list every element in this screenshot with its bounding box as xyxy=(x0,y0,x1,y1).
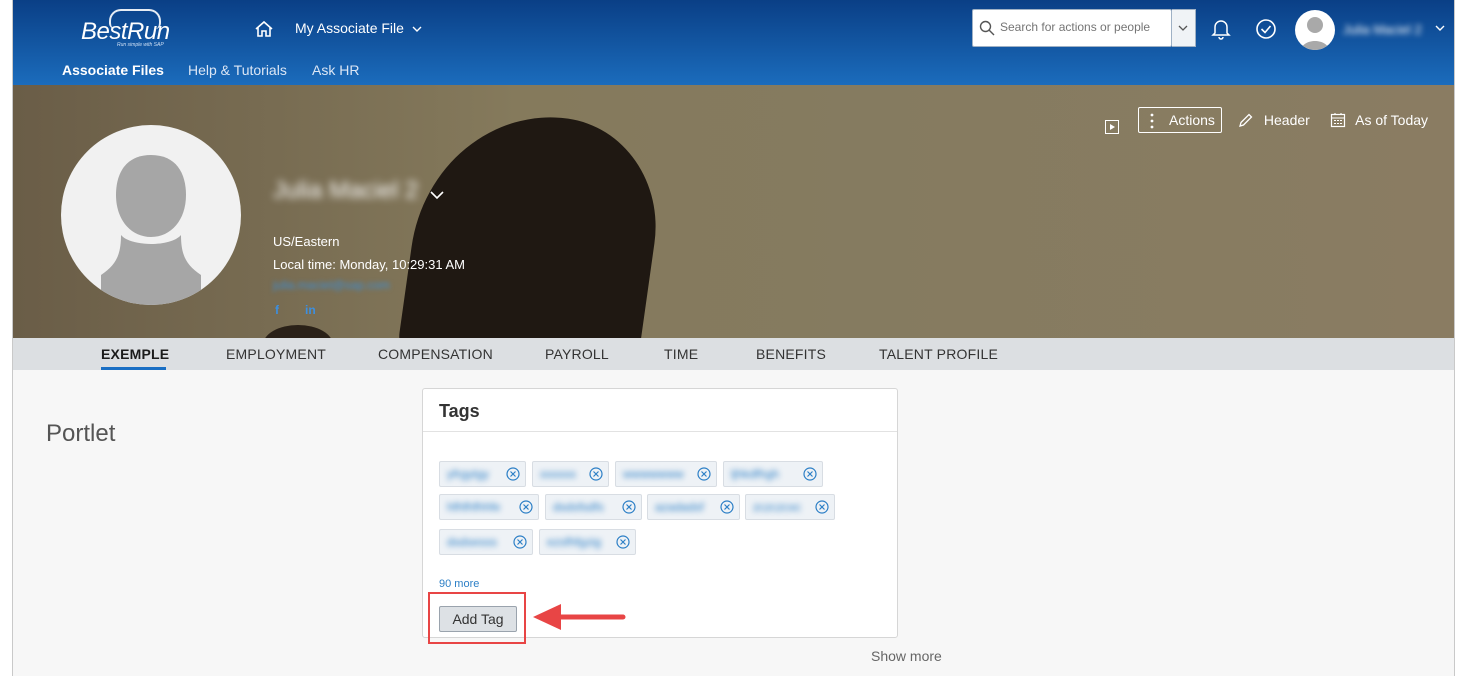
tag-chip: xxxxxx xyxy=(532,461,609,487)
tab-payroll[interactable]: PAYROLL xyxy=(545,346,609,362)
tag-label: xxxxxx xyxy=(540,467,576,481)
remove-tag-icon[interactable] xyxy=(513,535,527,549)
actions-button[interactable]: Actions xyxy=(1138,107,1222,133)
facebook-icon[interactable]: f xyxy=(275,303,279,317)
profile-header: Julia Maciel 2 US/Eastern Local time: Mo… xyxy=(13,85,1454,338)
remove-tag-icon[interactable] xyxy=(720,500,734,514)
local-time: Local time: Monday, 10:29:31 AM xyxy=(273,257,465,272)
remove-tag-icon[interactable] xyxy=(803,467,817,481)
tag-label: dsdsfsdfs xyxy=(553,500,604,514)
tag-chip: wwwwwww xyxy=(615,461,717,487)
notifications-bell-icon[interactable] xyxy=(1211,18,1231,45)
red-arrow-icon xyxy=(531,601,626,638)
as-of-today-button[interactable]: As of Today xyxy=(1330,112,1428,128)
tab-benefits[interactable]: BENEFITS xyxy=(756,346,826,362)
person-name: Julia Maciel 2 xyxy=(273,177,419,204)
background-image-rock xyxy=(396,99,670,338)
active-tab-indicator xyxy=(101,367,166,370)
tag-chip: azadadsf xyxy=(647,494,740,520)
header-edit-label: Header xyxy=(1263,112,1310,128)
tag-chip: dsdsfsdfs xyxy=(545,494,642,520)
app-frame: BestRun Run simple with SAP My Associate… xyxy=(12,0,1455,676)
chevron-down-icon[interactable] xyxy=(429,188,445,206)
tag-chip: ezsfhfgzig xyxy=(539,529,636,555)
linkedin-icon[interactable]: in xyxy=(305,303,316,317)
associate-file-menu[interactable]: My Associate File xyxy=(295,20,422,36)
as-of-today-label: As of Today xyxy=(1355,112,1429,128)
portlet-title: Portlet xyxy=(46,420,116,447)
subnav-help-tutorials[interactable]: Help & Tutorials xyxy=(188,62,287,78)
more-vertical-icon xyxy=(1149,113,1155,132)
media-play-icon[interactable] xyxy=(1105,120,1119,139)
tag-label: dsdsesss xyxy=(447,535,498,549)
user-avatar[interactable] xyxy=(1295,10,1335,50)
subnav-ask-hr[interactable]: Ask HR xyxy=(312,62,359,78)
shell-header: BestRun Run simple with SAP My Associate… xyxy=(13,0,1454,85)
tag-chip: hfhfhfhhfe xyxy=(439,494,539,520)
tab-talent-profile[interactable]: TALENT PROFILE xyxy=(879,346,998,362)
tag-label: azadadsf xyxy=(655,500,704,514)
tag-chip: dsdsesss xyxy=(439,529,533,555)
header-edit-button[interactable]: Header xyxy=(1238,112,1310,128)
user-name[interactable]: Julia Maciel 2 xyxy=(1343,22,1422,37)
tag-chip: ljhkdfhgh xyxy=(723,461,823,487)
tab-bar: EXEMPLE EMPLOYMENT COMPENSATION PAYROLL … xyxy=(13,338,1454,370)
actions-button-label: Actions xyxy=(1169,112,1215,128)
remove-tag-icon[interactable] xyxy=(616,535,630,549)
more-tags-link[interactable]: 90 more xyxy=(439,578,479,590)
tag-chip: zczczcxc xyxy=(745,494,835,520)
chevron-down-icon xyxy=(412,25,422,36)
search-dropdown-button[interactable] xyxy=(1172,9,1196,47)
logo-tagline: Run simple with SAP xyxy=(117,42,164,48)
remove-tag-icon[interactable] xyxy=(697,467,711,481)
tag-label: ezsfhfgzig xyxy=(547,535,602,549)
profile-photo[interactable] xyxy=(61,125,241,305)
tab-compensation[interactable]: COMPENSATION xyxy=(378,346,493,362)
tag-chip: yfrgytgy xyxy=(439,461,526,487)
divider xyxy=(423,431,897,432)
search-field[interactable] xyxy=(972,9,1172,47)
user-menu-chevron-icon[interactable] xyxy=(1434,21,1446,40)
tag-label: ljhkdfhgh xyxy=(731,467,780,481)
remove-tag-icon[interactable] xyxy=(519,500,533,514)
tag-label: zczczcxc xyxy=(753,500,801,514)
pencil-icon xyxy=(1238,112,1264,128)
search-input[interactable] xyxy=(998,19,1172,35)
search-icon xyxy=(979,20,995,41)
remove-tag-icon[interactable] xyxy=(589,467,603,481)
email-link[interactable]: julia.maciel@sap.com xyxy=(273,278,390,292)
tag-label: wwwwwww xyxy=(623,467,684,481)
home-icon[interactable] xyxy=(253,18,275,40)
tab-employment[interactable]: EMPLOYMENT xyxy=(226,346,326,362)
remove-tag-icon[interactable] xyxy=(622,500,636,514)
remove-tag-icon[interactable] xyxy=(506,467,520,481)
associate-file-menu-label: My Associate File xyxy=(295,20,404,36)
todo-check-icon[interactable] xyxy=(1255,18,1277,45)
subnav-associate-files[interactable]: Associate Files xyxy=(62,62,164,78)
tag-label: yfrgytgy xyxy=(447,467,490,481)
show-more-link[interactable]: Show more xyxy=(871,648,942,664)
tab-exemple[interactable]: EXEMPLE xyxy=(101,346,169,362)
timezone: US/Eastern xyxy=(273,234,340,249)
tag-label: hfhfhfhhfe xyxy=(447,500,501,514)
remove-tag-icon[interactable] xyxy=(815,500,829,514)
calendar-icon xyxy=(1330,112,1355,128)
add-tag-button[interactable]: Add Tag xyxy=(439,606,517,632)
tags-card-title: Tags xyxy=(439,401,480,421)
background-image-rock-small xyxy=(263,325,333,338)
tab-time[interactable]: TIME xyxy=(664,346,698,362)
